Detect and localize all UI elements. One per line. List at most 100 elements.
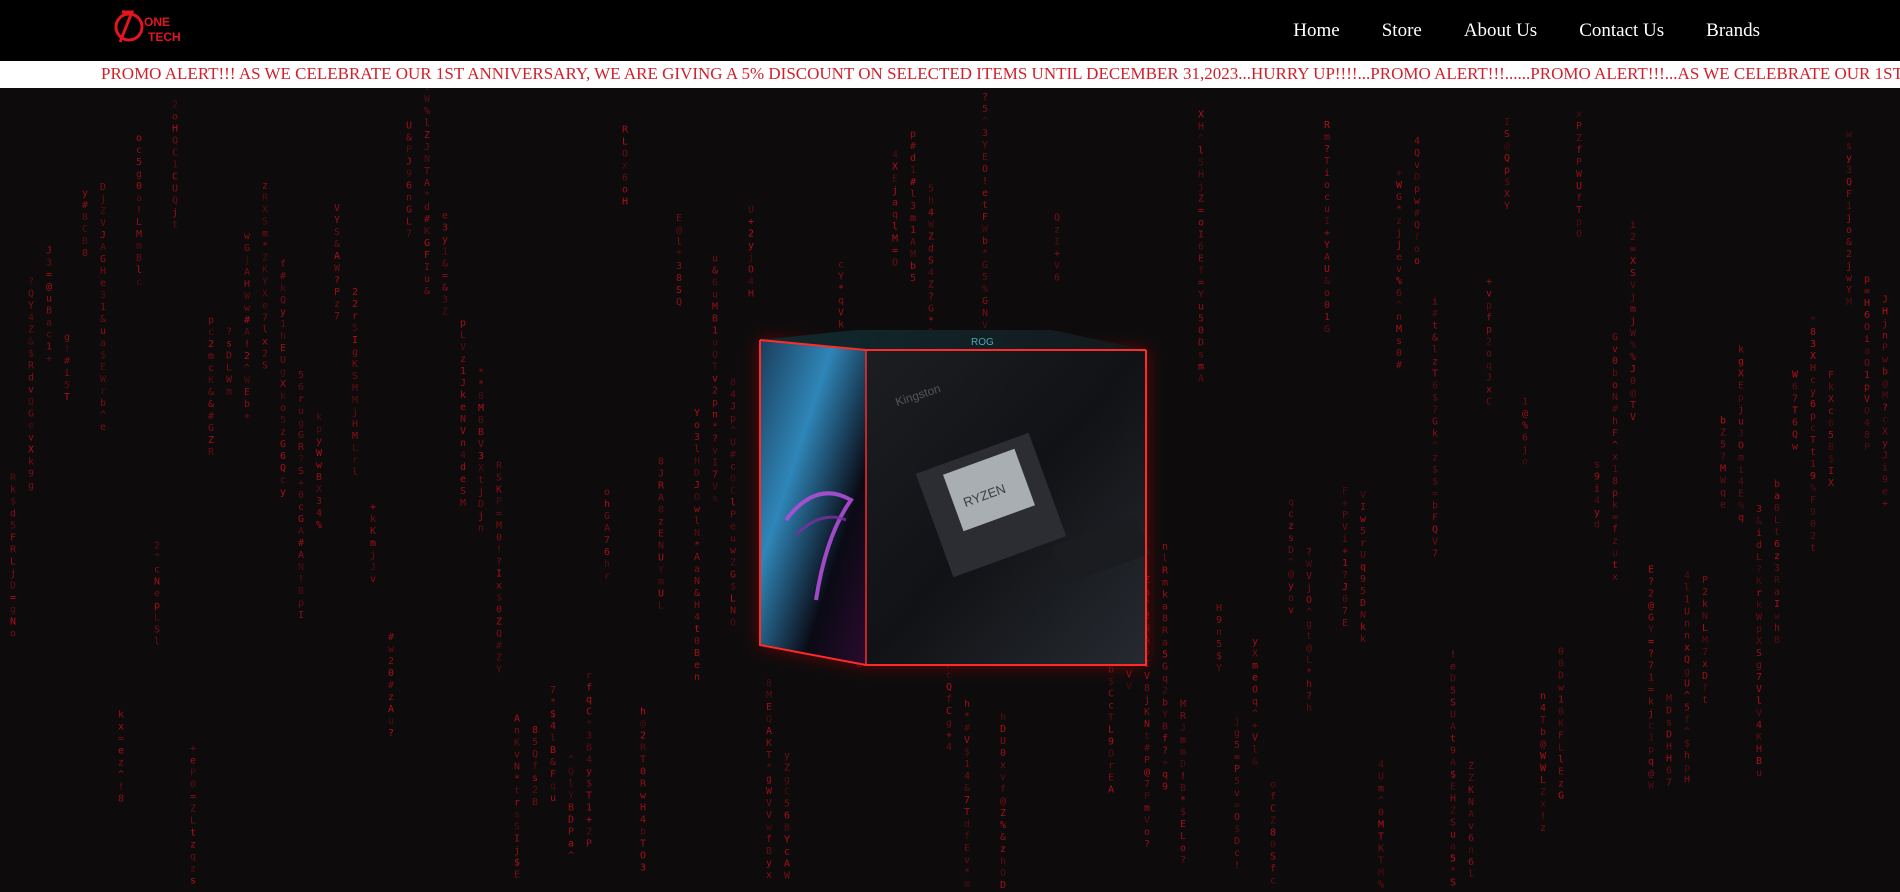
svg-text:W: W	[784, 870, 791, 881]
svg-text:A: A	[910, 237, 916, 248]
svg-text:v: v	[1288, 605, 1294, 616]
svg-text:q: q	[1486, 361, 1492, 372]
svg-text:W: W	[1792, 369, 1799, 380]
svg-text:z: z	[1000, 844, 1006, 855]
svg-text:G: G	[244, 243, 250, 254]
svg-text:z: z	[1774, 551, 1780, 562]
svg-text:I: I	[298, 610, 304, 621]
svg-text:*: *	[586, 719, 592, 730]
svg-text:B: B	[784, 822, 790, 833]
svg-text:4: 4	[640, 815, 646, 826]
svg-text:B: B	[694, 648, 700, 659]
svg-text:3: 3	[316, 496, 322, 507]
svg-text:E: E	[766, 702, 772, 713]
svg-text:9: 9	[1450, 746, 1456, 757]
svg-text:B: B	[82, 236, 88, 247]
svg-text:B: B	[766, 846, 772, 857]
cube-graphic: ROG RYZEN Kingston	[759, 330, 1151, 666]
svg-text:D: D	[1558, 670, 1564, 681]
rain-column: +kKmjJv	[370, 502, 376, 585]
svg-text:8: 8	[730, 377, 736, 388]
svg-text:2: 2	[172, 99, 178, 110]
svg-text:p: p	[910, 129, 916, 140]
svg-text:V: V	[838, 308, 844, 319]
svg-text:j: j	[478, 487, 484, 498]
svg-text:v: v	[712, 445, 718, 456]
svg-text:N: N	[658, 541, 664, 552]
svg-text:A: A	[388, 704, 394, 715]
svg-text:w: w	[388, 644, 395, 655]
svg-text:Y: Y	[496, 665, 502, 676]
svg-text:Z: Z	[1468, 761, 1474, 772]
svg-text:t: t	[424, 88, 430, 93]
svg-text:i: i	[1594, 483, 1600, 494]
svg-text:6: 6	[280, 451, 286, 462]
site-logo[interactable]: ONE TECH	[110, 6, 210, 48]
svg-text:Z: Z	[496, 617, 502, 628]
svg-text:*: *	[676, 249, 682, 260]
svg-text:G: G	[28, 409, 34, 420]
svg-text:k: k	[1360, 622, 1366, 633]
svg-text:8: 8	[478, 391, 484, 402]
svg-text:Y: Y	[1504, 201, 1510, 212]
svg-text:%: %	[982, 284, 988, 295]
nav-about-us[interactable]: About Us	[1464, 20, 1537, 42]
svg-text:B: B	[1774, 503, 1780, 514]
svg-text:^: ^	[568, 850, 574, 861]
svg-text:O: O	[694, 492, 700, 503]
svg-text:2: 2	[1702, 587, 1708, 598]
svg-text:W: W	[928, 220, 935, 231]
svg-text:y: y	[1288, 581, 1294, 592]
svg-text:9: 9	[1108, 736, 1114, 747]
svg-text:S: S	[1630, 268, 1636, 279]
svg-text:1: 1	[172, 159, 178, 170]
svg-text:G: G	[208, 423, 214, 434]
svg-text:f: f	[1612, 524, 1618, 535]
svg-text:t: t	[1774, 527, 1780, 538]
svg-text:@: @	[1630, 388, 1636, 399]
svg-text:z: z	[1288, 521, 1294, 532]
svg-text:E: E	[1558, 766, 1564, 777]
svg-text:Y: Y	[334, 215, 340, 226]
svg-text:I: I	[1054, 236, 1060, 247]
svg-text:j: j	[1198, 182, 1204, 193]
svg-text:#: #	[496, 641, 502, 652]
svg-text:o: o	[1198, 218, 1204, 229]
svg-text:H: H	[1216, 603, 1222, 614]
nav-store[interactable]: Store	[1382, 20, 1422, 42]
svg-text:2: 2	[262, 348, 268, 359]
svg-text:r: r	[586, 671, 592, 682]
svg-text:A: A	[244, 267, 250, 278]
svg-text:c: c	[1648, 720, 1654, 731]
svg-text:H: H	[1882, 307, 1888, 318]
svg-text:W: W	[1648, 780, 1655, 791]
nav-home[interactable]: Home	[1293, 20, 1339, 42]
svg-text:5: 5	[64, 380, 70, 391]
svg-text:7: 7	[964, 795, 970, 806]
svg-text:2: 2	[1648, 588, 1654, 599]
svg-text:f: f	[586, 683, 592, 694]
svg-text:P: P	[406, 144, 412, 155]
rain-column: 85Qfs2B	[532, 725, 538, 808]
svg-text:1: 1	[910, 165, 916, 176]
svg-text:@: @	[1000, 796, 1006, 807]
svg-text:m: m	[1630, 304, 1636, 315]
svg-text:B: B	[568, 802, 574, 813]
nav-brands[interactable]: Brands	[1706, 20, 1760, 42]
svg-text:D: D	[1666, 705, 1672, 716]
svg-text:q: q	[838, 296, 844, 307]
svg-text:x: x	[1702, 659, 1708, 670]
svg-text:8: 8	[766, 678, 772, 689]
svg-text:2: 2	[1630, 232, 1636, 243]
svg-text:f: f	[1576, 193, 1582, 204]
product-cube[interactable]: ROG RYZEN Kingston	[756, 320, 1156, 666]
nav-contact-us[interactable]: Contact Us	[1579, 20, 1664, 42]
svg-text:j: j	[1882, 319, 1888, 330]
svg-text:*: *	[1810, 315, 1816, 326]
svg-text:E: E	[964, 843, 970, 854]
svg-text:2: 2	[532, 785, 538, 796]
svg-text:N: N	[424, 154, 430, 165]
svg-text:J: J	[460, 378, 466, 389]
svg-text:+: +	[1162, 758, 1168, 769]
svg-text:d: d	[460, 462, 466, 473]
